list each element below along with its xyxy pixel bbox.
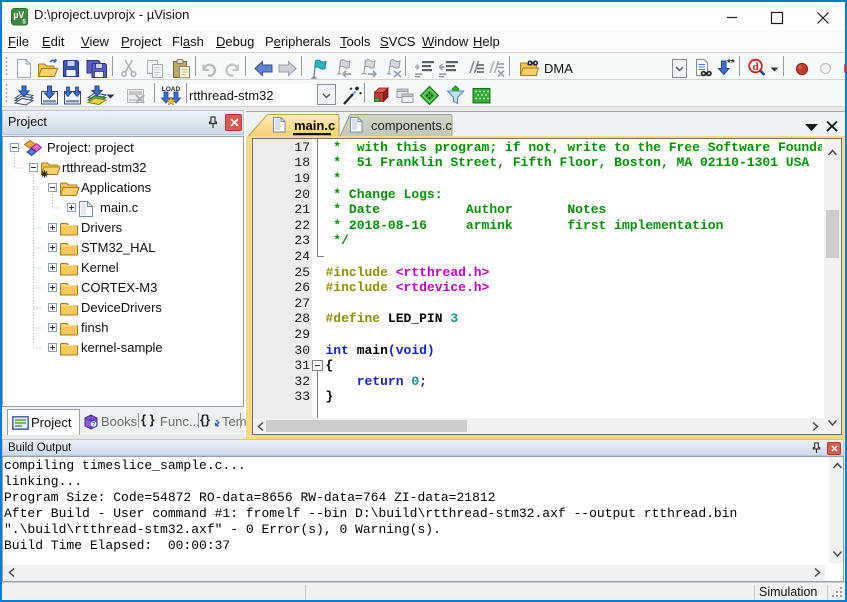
svg-text:5: 5 [22, 19, 26, 26]
svg-text:main.c: main.c [294, 118, 335, 133]
svg-text:components.c: components.c [371, 118, 452, 133]
svg-text:?: ? [92, 422, 96, 429]
svg-text:d: d [752, 61, 758, 73]
svg-text:**: ** [727, 58, 735, 69]
